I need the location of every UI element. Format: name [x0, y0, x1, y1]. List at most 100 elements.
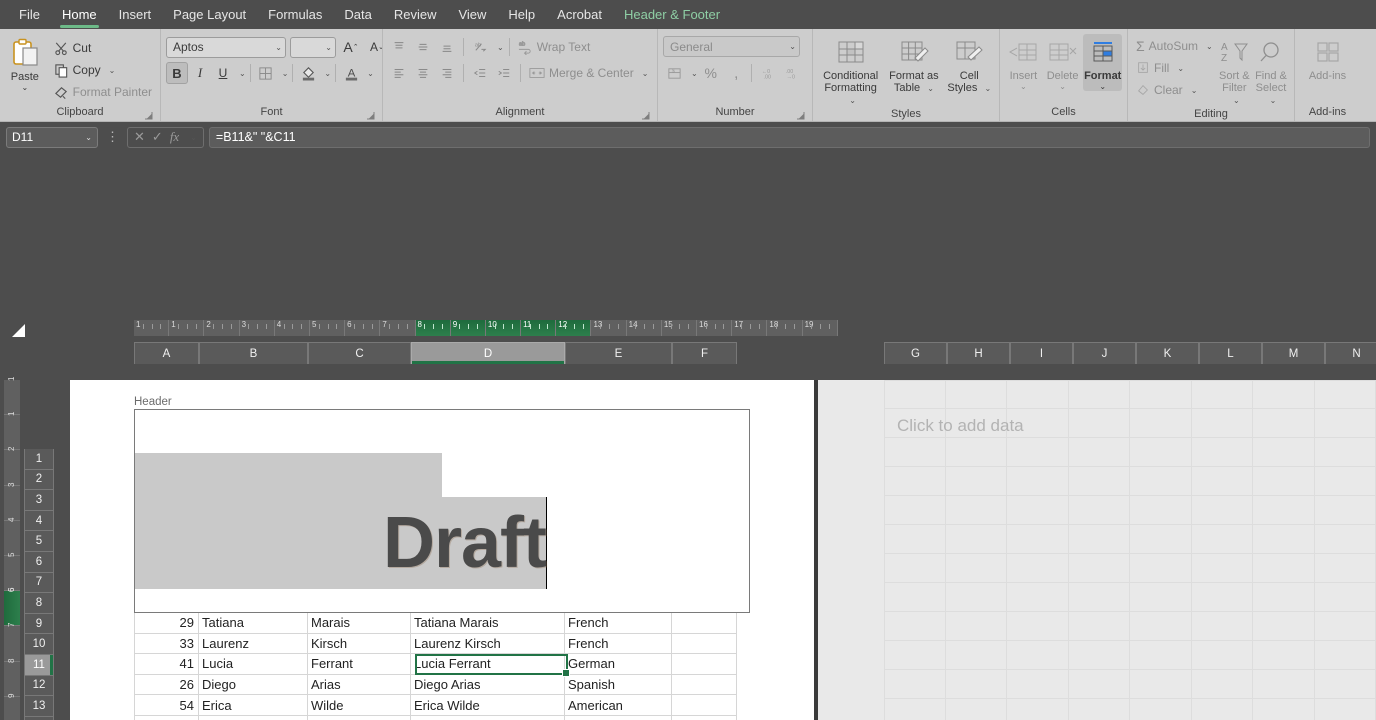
table-row[interactable]: 54 Erica Wilde Erica Wilde American — [134, 695, 737, 716]
tab-formulas[interactable]: Formulas — [257, 3, 333, 27]
placeholder-cell[interactable] — [1007, 670, 1069, 699]
tab-home[interactable]: Home — [51, 3, 108, 28]
number-format-chevron-down-icon[interactable]: ⌄ — [785, 42, 796, 51]
fill-color-button[interactable] — [297, 62, 319, 84]
font-size-input[interactable]: ⌄ — [290, 36, 336, 58]
cell[interactable]: Lucia — [199, 654, 308, 675]
tab-help[interactable]: Help — [497, 3, 546, 27]
cell[interactable]: Marais — [308, 613, 411, 634]
empty-row[interactable] — [134, 715, 737, 720]
placeholder-cell[interactable] — [1130, 409, 1192, 438]
placeholder-cell[interactable] — [1253, 670, 1315, 699]
addins-button[interactable]: Add-ins — [1300, 34, 1355, 82]
decrease-decimal-button[interactable]: .00 →0 — [781, 62, 803, 84]
cancel-formula-icon[interactable]: ✕ — [134, 129, 145, 145]
font-color-button[interactable]: A — [340, 62, 362, 84]
placeholder-cell[interactable] — [1007, 496, 1069, 525]
placeholder-cell[interactable] — [945, 612, 1008, 641]
table-row[interactable]: 26 Diego Arias Diego Arias Spanish — [134, 674, 737, 696]
placeholder-cell[interactable] — [1130, 670, 1192, 699]
placeholder-cell[interactable] — [1314, 467, 1376, 496]
autosum-button[interactable]: Σ AutoSum ⌄ — [1133, 35, 1216, 57]
increase-font-size-button[interactable]: A ⌃ — [340, 36, 362, 58]
merge-center-chevron-down-icon[interactable]: ⌄ — [638, 69, 649, 78]
row-header-10[interactable]: 10 — [24, 634, 54, 655]
placeholder-cell[interactable] — [884, 467, 946, 496]
row-header-12[interactable]: 12 — [24, 675, 54, 697]
cell[interactable]: Erica — [199, 695, 308, 716]
placeholder-cell[interactable] — [945, 641, 1008, 670]
font-name-chevron-down-icon[interactable]: ⌄ — [271, 43, 282, 52]
cell[interactable]: Erica Wilde — [411, 695, 565, 716]
placeholder-cell[interactable] — [1068, 438, 1131, 467]
placeholder-cell[interactable] — [1314, 699, 1376, 720]
row-header-3[interactable]: 3 — [24, 490, 54, 511]
cell[interactable]: Lucia Ferrant — [411, 654, 565, 675]
cell[interactable]: Tatiana Marais — [411, 613, 565, 634]
column-header-l[interactable]: L — [1199, 342, 1262, 364]
placeholder-cell[interactable] — [1314, 525, 1376, 554]
clipboard-dialog-launcher-icon[interactable] — [145, 112, 153, 120]
placeholder-cell[interactable] — [1130, 554, 1192, 583]
placeholder-cell[interactable] — [1068, 380, 1131, 409]
cell[interactable] — [565, 715, 672, 720]
cell[interactable] — [672, 633, 737, 655]
placeholder-cell[interactable] — [1314, 670, 1376, 699]
column-header-e[interactable]: E — [565, 342, 672, 364]
placeholder-cell[interactable] — [884, 525, 946, 554]
conditional-formatting-button[interactable]: Conditional Formatting ⌄ — [818, 34, 883, 107]
cell[interactable]: Laurenz — [199, 633, 308, 655]
name-box-chevron-down-icon[interactable]: ⌄ — [81, 133, 92, 142]
placeholder-cell[interactable] — [945, 583, 1008, 612]
row-header-1[interactable]: 1 — [24, 449, 54, 470]
placeholder-cell[interactable] — [1130, 438, 1192, 467]
placeholder-cell[interactable] — [1253, 380, 1315, 409]
placeholder-cell[interactable] — [1007, 467, 1069, 496]
fill-color-chevron-down-icon[interactable]: ⌄ — [320, 69, 331, 78]
placeholder-cell[interactable] — [1314, 380, 1376, 409]
placeholder-cell[interactable] — [1068, 525, 1131, 554]
cell[interactable]: 29 — [134, 613, 199, 634]
delete-cells-button[interactable]: Delete ⌄ — [1044, 34, 1082, 91]
insert-cells-button[interactable]: Insert ⌄ — [1005, 34, 1042, 91]
tab-header-footer[interactable]: Header & Footer — [613, 3, 731, 27]
placeholder-cell[interactable] — [884, 583, 946, 612]
column-header-f[interactable]: F — [672, 342, 737, 364]
placeholder-cell[interactable] — [945, 496, 1008, 525]
placeholder-cell[interactable] — [1314, 496, 1376, 525]
cell[interactable]: French — [565, 633, 672, 655]
orientation-chevron-down-icon[interactable]: ⌄ — [493, 43, 504, 52]
currency-chevron-down-icon[interactable]: ⌄ — [687, 69, 698, 78]
cell[interactable]: Spanish — [565, 674, 672, 696]
cell[interactable]: Wilde — [308, 695, 411, 716]
table-row[interactable]: 29 Tatiana Marais Tatiana Marais French — [134, 613, 737, 634]
placeholder-cell[interactable] — [1253, 699, 1315, 720]
placeholder-cell[interactable] — [1191, 612, 1254, 641]
sort-filter-button[interactable]: A Z Sort & Filter ⌄ — [1218, 34, 1251, 107]
cell[interactable] — [134, 715, 199, 720]
cell[interactable]: 26 — [134, 674, 199, 696]
decrease-indent-button[interactable] — [469, 62, 491, 84]
row-header-2[interactable]: 2 — [24, 469, 54, 491]
placeholder-cell[interactable] — [1130, 525, 1192, 554]
align-middle-button[interactable] — [412, 36, 434, 58]
clear-button[interactable]: Clear ⌄ — [1133, 79, 1216, 101]
placeholder-cell[interactable] — [1007, 380, 1069, 409]
cell[interactable]: 54 — [134, 695, 199, 716]
placeholder-cell[interactable] — [1130, 641, 1192, 670]
placeholder-cell[interactable] — [1253, 467, 1315, 496]
placeholder-cell[interactable] — [1191, 409, 1254, 438]
column-header-g[interactable]: G — [884, 342, 947, 364]
enter-formula-icon[interactable]: ✓ — [152, 129, 163, 145]
placeholder-cell[interactable] — [1191, 380, 1254, 409]
tab-view[interactable]: View — [447, 3, 497, 27]
placeholder-cell[interactable] — [1130, 380, 1192, 409]
placeholder-cell[interactable] — [1068, 496, 1131, 525]
wrap-text-button[interactable]: ab Wrap Text — [515, 36, 594, 58]
cell[interactable] — [672, 613, 737, 634]
tab-insert[interactable]: Insert — [108, 3, 163, 27]
align-left-button[interactable] — [388, 62, 410, 84]
placeholder-cell[interactable] — [945, 670, 1008, 699]
cf-chevron-down-icon[interactable]: ⌄ — [845, 96, 856, 105]
cell[interactable]: American — [565, 695, 672, 716]
